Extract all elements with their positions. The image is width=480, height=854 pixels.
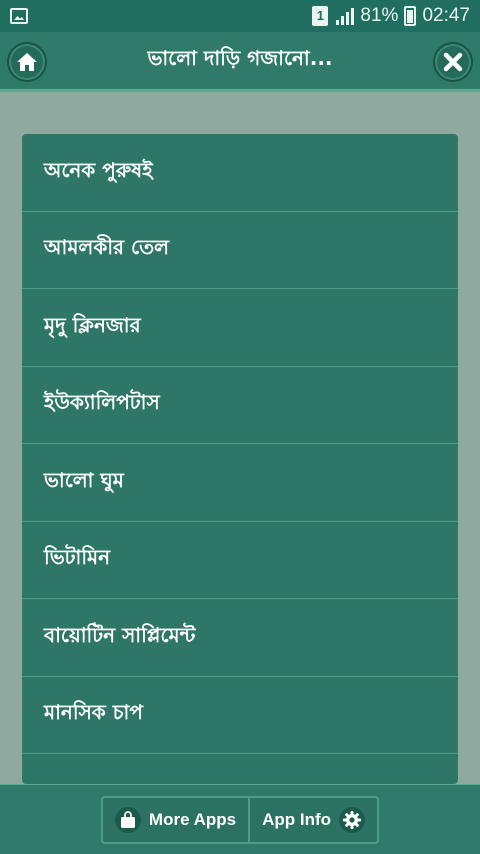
home-button[interactable] bbox=[7, 42, 47, 82]
close-button[interactable] bbox=[433, 42, 473, 82]
clock: 02:47 bbox=[422, 5, 470, 26]
bottom-button-group: More Apps App Info bbox=[100, 795, 380, 844]
list-item[interactable]: ইউক্যালিপটাস bbox=[22, 367, 458, 444]
battery-percent: 81% bbox=[360, 5, 399, 26]
gear-icon bbox=[339, 806, 366, 833]
more-apps-button[interactable]: More Apps bbox=[103, 798, 248, 842]
topic-list: অনেক পুরুষই আমলকীর তেল মৃদু ক্লিনজার ইউক… bbox=[22, 134, 458, 784]
battery-charging-icon bbox=[404, 6, 417, 26]
app-info-button[interactable]: App Info bbox=[248, 797, 377, 842]
list-item[interactable]: বায়োটিন সাপ্লিমেন্ট bbox=[22, 599, 458, 677]
signal-icon bbox=[334, 7, 355, 25]
list-item[interactable]: ভিটামিন bbox=[22, 522, 458, 599]
list-item[interactable]: অনেক পুরুষই bbox=[22, 134, 458, 212]
app-header: ভালো দাড়ি গজানো... bbox=[0, 32, 480, 92]
shopping-bag-icon bbox=[114, 806, 141, 833]
list-item[interactable]: ভালো ঘুম bbox=[22, 444, 458, 522]
home-icon bbox=[17, 53, 37, 71]
sim-icon: 1 bbox=[312, 6, 329, 26]
more-apps-label: More Apps bbox=[148, 809, 237, 829]
page-title: ভালো দাড়ি গজানো... bbox=[147, 46, 333, 70]
list-item[interactable]: মানসিক চাপ bbox=[22, 677, 458, 754]
close-icon bbox=[443, 52, 463, 72]
status-bar: 1 81% 02:47 bbox=[0, 0, 480, 32]
gallery-notification-icon bbox=[10, 8, 28, 24]
list-item-partial[interactable] bbox=[22, 754, 458, 784]
list-item[interactable]: আমলকীর তেল bbox=[22, 212, 458, 289]
list-item[interactable]: মৃদু ক্লিনজার bbox=[22, 289, 458, 367]
app-info-label: App Info bbox=[262, 809, 332, 829]
bottom-bar: More Apps App Info bbox=[0, 784, 480, 854]
